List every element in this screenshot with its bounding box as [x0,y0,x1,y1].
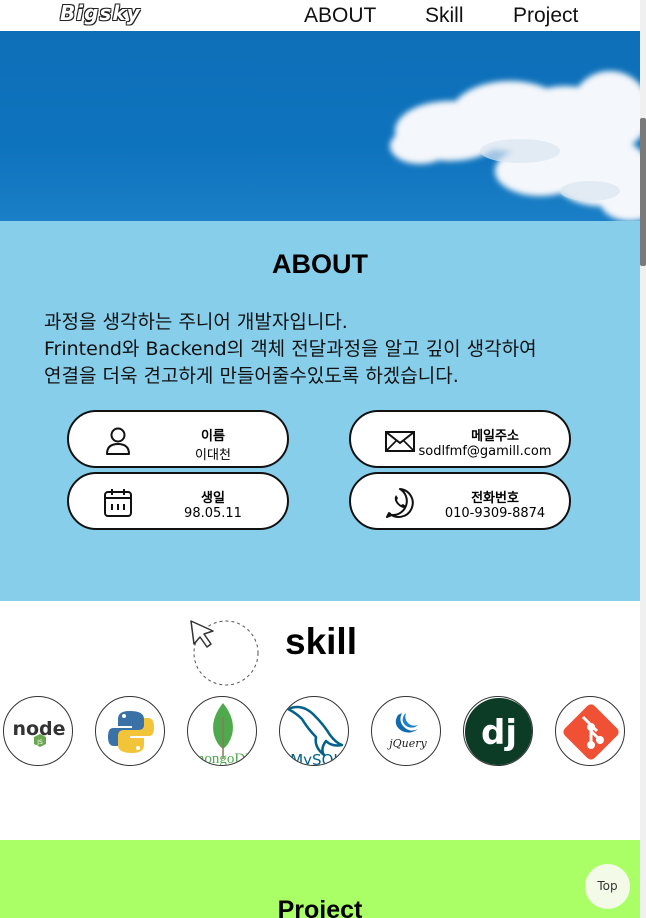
hero-sky-image [0,31,640,221]
cloud-icon [390,71,640,221]
birthday-label: 생일 [201,491,225,506]
calendar-icon [104,489,132,517]
name-value: 이대천 [195,448,231,463]
phone-label: 전화번호 [471,491,519,506]
nav-skill[interactable]: Skill [425,4,464,28]
phone-value: 010-9309-8874 [444,506,546,521]
mysql-icon: MySQL [279,696,349,766]
name-card: 이름 이대천 [67,410,289,468]
cursor-icon [190,620,259,686]
python-icon [95,696,165,766]
mongodb-icon-text: mongoDB [193,751,256,766]
django-icon-text: dj [481,713,517,753]
about-section: ABOUT 과정을 생각하는 주니어 개발자입니다. Frintend와 Bac… [0,221,640,601]
birthday-value: 98.05.11 [184,506,242,521]
mysql-icon-text: MySQL [290,751,342,766]
mail-icon [385,431,415,452]
project-section: Project [0,840,640,918]
email-card: 메일주소 sodlfmf@gamill.com [349,410,571,468]
birthday-card: 생일 98.05.11 [67,472,289,530]
page: Bigsky ABOUT Skill Project ABOUT 과정을 생각하… [0,0,640,918]
scrollbar-thumb[interactable] [640,118,646,266]
about-line-1: 과정을 생각하는 주니어 개발자입니다. [44,311,348,333]
about-title: ABOUT [272,249,368,279]
nodejs-icon: node JS [3,696,73,766]
jquery-icon-text: jQuery [386,737,427,750]
header: Bigsky ABOUT Skill Project [0,0,640,32]
email-value: sodlfmf@gamill.com [418,444,552,459]
skill-title: skill [285,621,357,662]
git-icon [555,696,625,766]
jquery-icon: jQuery [371,696,441,766]
mongodb-icon: mongoDB [187,696,257,766]
logo[interactable]: Bigsky [60,1,141,25]
about-line-2: Frintend와 Backend의 객체 전달과정을 알고 깊이 생각하여 [44,338,537,360]
skill-section: skill node JS mongoDB MySQL jQuery dj [0,601,640,840]
name-label: 이름 [201,429,225,444]
user-icon [106,427,130,455]
nav-about[interactable]: ABOUT [304,4,376,28]
svg-text:JS: JS [36,739,43,746]
phone-icon [386,488,414,518]
about-line-3: 연결을 더욱 견고하게 만들어줄수있도록 하겠습니다. [44,365,459,387]
nav-project[interactable]: Project [513,4,578,28]
about-intro: 과정을 생각하는 주니어 개발자입니다. Frintend와 Backend의 … [44,309,537,390]
email-label: 메일주소 [471,429,519,444]
django-icon: dj [463,696,533,766]
project-title: Project [277,896,363,918]
top-button[interactable]: Top [585,864,630,909]
phone-card: 전화번호 010-9309-8874 [349,472,571,530]
